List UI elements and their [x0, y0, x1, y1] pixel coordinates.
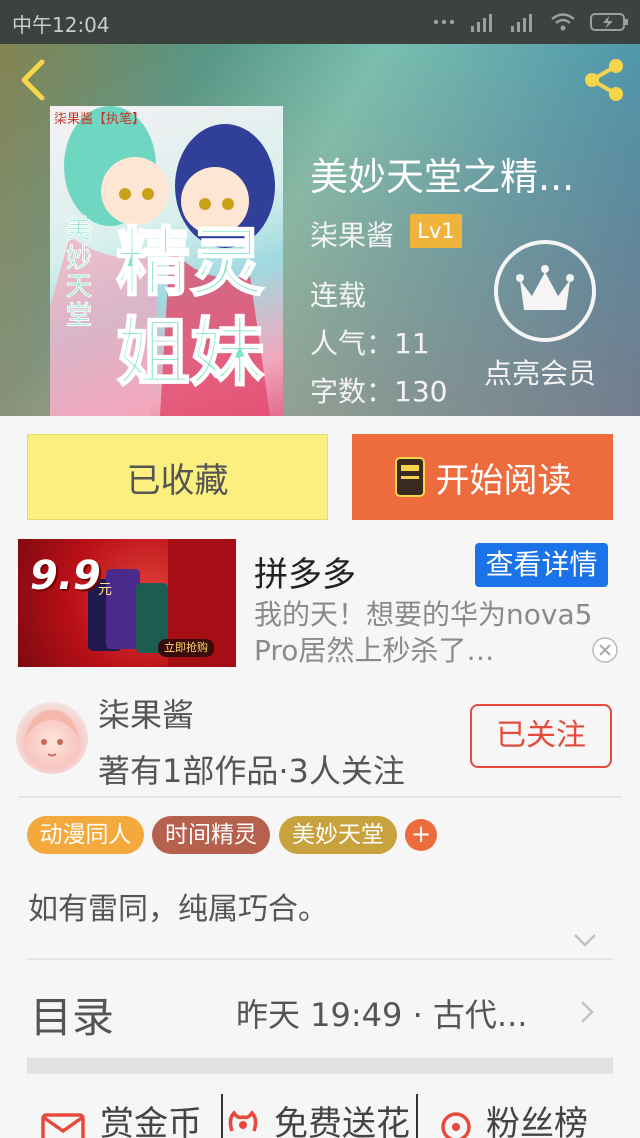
fans-rank-label: 粉丝榜 — [486, 1104, 588, 1138]
ad-image[interactable]: 9.9 元 立即抢购 — [18, 539, 236, 667]
book-popularity: 人气：11 — [310, 327, 430, 360]
send-flowers-label: 免费送花 — [274, 1104, 410, 1138]
fans-rank-button[interactable]: 粉丝榜 — [438, 1096, 588, 1138]
toc-label[interactable]: 目录 — [30, 984, 114, 1045]
status-time: 中午12:04 — [12, 13, 110, 37]
signal-icon-2 — [511, 14, 532, 32]
more-dots-icon — [433, 19, 455, 25]
start-reading-button[interactable]: 开始阅读 — [352, 434, 613, 520]
book-icon — [394, 457, 425, 497]
cover-subtitle: 美妙天堂 — [66, 215, 93, 331]
book-word-count: 字数：130 — [310, 375, 448, 408]
book-title: 美妙天堂之精... — [310, 155, 575, 199]
ad-detail-button[interactable]: 查看详情 — [475, 543, 608, 587]
ad-name: 拼多多 — [254, 555, 356, 595]
collected-button[interactable]: 已收藏 — [27, 434, 328, 520]
collected-label: 已收藏 — [126, 460, 229, 501]
cover-tag: 柒果酱【执笔】 — [54, 112, 146, 127]
author-stats: 著有1部作品·3人关注 — [98, 752, 405, 790]
tag-chip[interactable]: 时间精灵 — [152, 816, 270, 854]
level-badge: Lv1 — [410, 214, 462, 248]
ad-banner[interactable]: 9.9 元 立即抢购 拼多多 查看详情 我的天！想要的华为nova5 Pro居然… — [18, 539, 620, 667]
back-arrow-icon[interactable] — [14, 56, 54, 104]
close-icon[interactable] — [590, 635, 620, 665]
send-flowers-button[interactable]: 免费送花 — [224, 1096, 410, 1138]
ad-price-unit: 元 — [98, 582, 112, 598]
tag-chip[interactable]: 动漫同人 — [27, 816, 144, 854]
vip-label[interactable]: 点亮会员 — [484, 352, 596, 392]
divider — [18, 796, 622, 798]
follow-button[interactable]: 已关注 — [470, 704, 612, 768]
signal-icon — [471, 14, 492, 32]
book-status: 连载 — [310, 279, 367, 312]
book-author[interactable]: 柒果酱 — [310, 214, 394, 254]
divider — [27, 958, 613, 960]
flower-icon — [228, 1109, 258, 1132]
share-icon[interactable] — [580, 56, 628, 104]
book-header: 柒果酱【执笔】 美妙天堂 精灵 姐妹 美妙天堂之精... 柒果酱 Lv1 连载 … — [0, 44, 640, 416]
book-cover[interactable]: 柒果酱【执笔】 美妙天堂 精灵 姐妹 — [50, 106, 283, 416]
cover-title-line2: 姐妹 — [115, 310, 265, 396]
separator — [416, 1094, 418, 1138]
author-name[interactable]: 柒果酱 — [98, 690, 194, 736]
ad-buy-label: 立即抢购 — [158, 639, 214, 657]
wifi-icon — [551, 13, 575, 31]
battery-icon — [590, 13, 628, 31]
chevron-right-icon[interactable] — [578, 998, 596, 1026]
start-reading-label: 开始阅读 — [435, 460, 572, 501]
author-avatar[interactable] — [16, 702, 88, 774]
rank-icon — [441, 1111, 471, 1138]
ad-description: 我的天！想要的华为nova5 Pro居然上秒杀了… — [254, 598, 593, 667]
avatar-art — [26, 710, 78, 757]
crown-icon — [516, 265, 574, 310]
book-description: 如有雷同，纯属巧合。 — [28, 892, 328, 927]
ad-price: 9.9 — [30, 553, 101, 599]
chevron-down-icon[interactable] — [572, 930, 598, 950]
section-separator — [27, 1058, 613, 1074]
status-bar: 中午12:04 — [0, 0, 640, 44]
separator — [221, 1094, 223, 1138]
reward-coins-button[interactable]: 赏金币 — [40, 1096, 202, 1138]
reward-coins-label: 赏金币 — [100, 1104, 202, 1138]
tag-chip[interactable]: 美妙天堂 — [279, 816, 397, 854]
vip-button[interactable] — [494, 240, 596, 342]
toc-latest-update[interactable]: 昨天 19:49 · 古代... — [236, 990, 548, 1036]
add-tag-button[interactable]: + — [405, 819, 437, 851]
envelope-icon — [41, 1112, 85, 1138]
status-icons — [432, 10, 630, 34]
cover-title-line1: 精灵 — [115, 220, 265, 306]
